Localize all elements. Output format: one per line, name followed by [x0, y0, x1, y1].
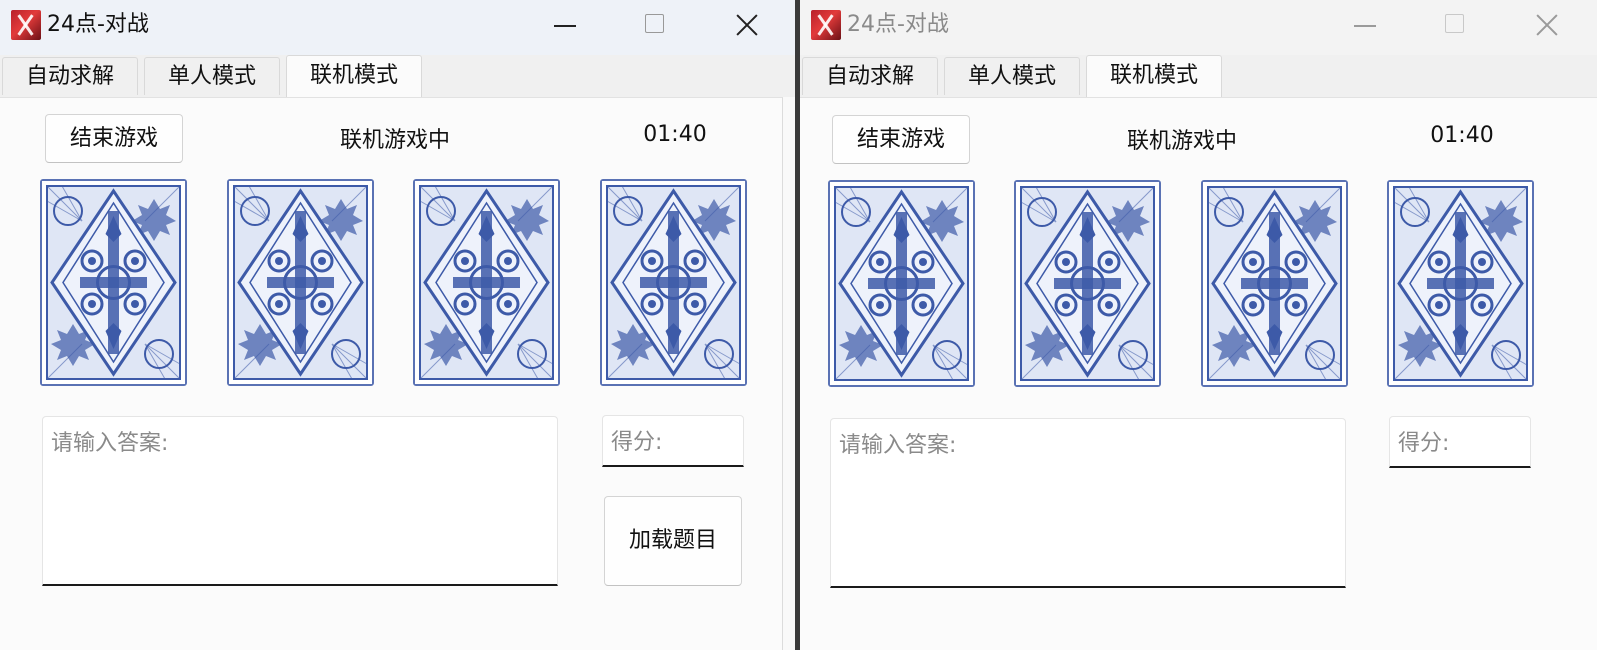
- title-bar[interactable]: 24点-对战: [0, 0, 795, 55]
- maximize-button[interactable]: [1430, 8, 1480, 42]
- title-bar[interactable]: 24点-对战: [800, 0, 1597, 55]
- app-icon: [811, 10, 841, 40]
- tab-auto-solve[interactable]: 自动求解: [2, 57, 138, 95]
- countdown-timer: 01:40: [1430, 123, 1494, 148]
- tab-single-mode[interactable]: 单人模式: [944, 57, 1080, 95]
- game-status: 联机游戏中: [339, 128, 450, 153]
- tab-content: 结束游戏 联机游戏中 01:40 请输入答案: 得分: 加载题目: [0, 97, 783, 650]
- card-back: [1387, 180, 1534, 387]
- minimize-button[interactable]: [1340, 8, 1390, 42]
- game-status: 联机游戏中: [1126, 129, 1237, 154]
- maximize-button[interactable]: [630, 8, 680, 42]
- minimize-button[interactable]: [540, 8, 590, 42]
- close-button[interactable]: [722, 8, 772, 42]
- answer-input[interactable]: 请输入答案:: [42, 416, 558, 586]
- load-question-button[interactable]: 加载题目: [604, 496, 742, 586]
- card-back: [40, 179, 187, 386]
- end-game-button[interactable]: 结束游戏: [832, 115, 970, 164]
- tab-bar: 自动求解 单人模式 联机模式: [0, 55, 795, 97]
- tab-bar: 自动求解 单人模式 联机模式: [800, 55, 1597, 97]
- card-back: [828, 180, 975, 387]
- answer-input[interactable]: 请输入答案:: [830, 418, 1346, 588]
- tab-online-mode[interactable]: 联机模式: [1086, 55, 1222, 97]
- tab-content: 结束游戏 联机游戏中 01:40 请输入答案: 得分:: [800, 97, 1597, 650]
- tab-online-mode[interactable]: 联机模式: [286, 55, 422, 97]
- card-back: [1201, 180, 1348, 387]
- app-icon: [11, 10, 41, 40]
- card-back: [413, 179, 560, 386]
- answer-placeholder: 请输入答案:: [51, 431, 169, 456]
- game-window-left: 24点-对战 自动求解 单人模式 联机模式 结束游戏 联机游戏中 01:40 请…: [0, 0, 795, 650]
- score-placeholder: 得分:: [611, 430, 663, 455]
- card-back: [227, 179, 374, 386]
- tab-auto-solve[interactable]: 自动求解: [802, 57, 938, 95]
- answer-placeholder: 请输入答案:: [839, 433, 957, 458]
- tab-single-mode[interactable]: 单人模式: [144, 57, 280, 95]
- score-placeholder: 得分:: [1398, 431, 1450, 456]
- score-field[interactable]: 得分:: [602, 415, 744, 467]
- card-back: [1014, 180, 1161, 387]
- countdown-timer: 01:40: [643, 122, 707, 147]
- close-button[interactable]: [1522, 8, 1572, 42]
- game-window-right: 24点-对战 自动求解 单人模式 联机模式 结束游戏 联机游戏中 01:40 请…: [800, 0, 1597, 650]
- score-field[interactable]: 得分:: [1389, 416, 1531, 468]
- window-title: 24点-对战: [47, 12, 149, 37]
- card-back: [600, 179, 747, 386]
- window-title: 24点-对战: [847, 12, 949, 37]
- end-game-button[interactable]: 结束游戏: [45, 114, 183, 163]
